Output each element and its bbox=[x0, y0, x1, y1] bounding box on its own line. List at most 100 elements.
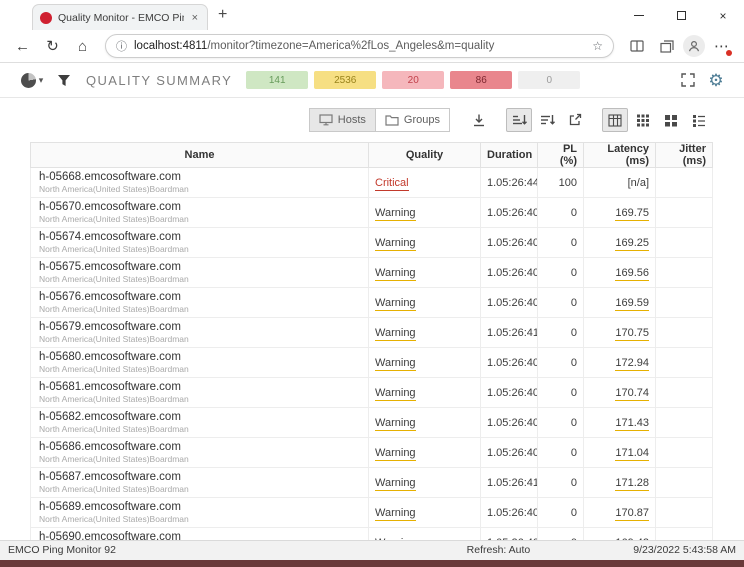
latency-link[interactable]: 172.94 bbox=[615, 357, 649, 371]
name-cell: h-05680.emcosoftware.com North America(U… bbox=[31, 348, 369, 378]
filter-icon bbox=[57, 74, 71, 87]
latency-link[interactable]: 169.25 bbox=[615, 237, 649, 251]
host-table-body: h-05668.emcosoftware.com North America(U… bbox=[31, 168, 713, 558]
table-row[interactable]: h-05679.emcosoftware.com North America(U… bbox=[31, 318, 713, 348]
host-name: h-05680.emcosoftware.com bbox=[39, 351, 362, 363]
view-grid-button[interactable] bbox=[630, 108, 656, 132]
latency-link[interactable]: [n/a] bbox=[628, 177, 649, 190]
open-external-button[interactable] bbox=[562, 108, 588, 132]
download-button[interactable] bbox=[466, 108, 492, 132]
quality-link[interactable]: Warning bbox=[375, 507, 416, 521]
fullscreen-button[interactable] bbox=[674, 66, 702, 94]
view-table-button[interactable] bbox=[602, 108, 628, 132]
close-button[interactable]: × bbox=[702, 1, 744, 30]
table-row[interactable]: h-05687.emcosoftware.com North America(U… bbox=[31, 468, 713, 498]
tab-close-icon[interactable]: × bbox=[190, 12, 200, 24]
quality-link[interactable]: Warning bbox=[375, 207, 416, 221]
fullscreen-icon bbox=[680, 72, 696, 88]
quality-link[interactable]: Warning bbox=[375, 297, 416, 311]
minimize-button[interactable] bbox=[618, 1, 660, 30]
jitter-value bbox=[656, 438, 713, 468]
host-name: h-05682.emcosoftware.com bbox=[39, 411, 362, 423]
browser-tab[interactable]: Quality Monitor - EMCO Ping M... × bbox=[32, 4, 208, 30]
col-quality[interactable]: Quality bbox=[369, 143, 481, 168]
quality-link[interactable]: Warning bbox=[375, 477, 416, 491]
col-pl[interactable]: PL (%) bbox=[538, 143, 584, 168]
hosts-tab[interactable]: Hosts bbox=[309, 108, 376, 132]
quality-link[interactable]: Warning bbox=[375, 447, 416, 461]
app-toolbar: ▾ QUALITY SUMMARY 141 2536 20 86 0 ⚙ bbox=[0, 63, 744, 98]
duration-value: 1.05:26:41 bbox=[481, 318, 538, 348]
home-button[interactable]: ⌂ bbox=[69, 33, 96, 59]
quality-link[interactable]: Critical bbox=[375, 177, 409, 191]
table-row[interactable]: h-05674.emcosoftware.com North America(U… bbox=[31, 228, 713, 258]
table-row[interactable]: h-05681.emcosoftware.com North America(U… bbox=[31, 378, 713, 408]
name-cell: h-05676.emcosoftware.com North America(U… bbox=[31, 288, 369, 318]
latency-link[interactable]: 169.75 bbox=[615, 207, 649, 221]
quality-link[interactable]: Warning bbox=[375, 237, 416, 251]
address-bar[interactable]: ⓘ localhost:4811/monitor?timezone=Americ… bbox=[105, 34, 614, 58]
latency-link[interactable]: 169.59 bbox=[615, 297, 649, 311]
collections-icon[interactable] bbox=[653, 33, 680, 59]
table-view-icon bbox=[608, 114, 622, 127]
packet-loss-value: 0 bbox=[538, 438, 584, 468]
quality-cell: Warning bbox=[369, 198, 481, 228]
view-details-button[interactable] bbox=[686, 108, 712, 132]
table-row[interactable]: h-05675.emcosoftware.com North America(U… bbox=[31, 258, 713, 288]
new-tab-button[interactable]: + bbox=[218, 7, 227, 23]
url-path: /monitor?timezone=America%2fLos_Angeles&… bbox=[207, 40, 494, 52]
table-row[interactable]: h-05668.emcosoftware.com North America(U… bbox=[31, 168, 713, 198]
quality-link[interactable]: Warning bbox=[375, 357, 416, 371]
quality-link[interactable]: Warning bbox=[375, 267, 416, 281]
table-row[interactable]: h-05670.emcosoftware.com North America(U… bbox=[31, 198, 713, 228]
chart-view-dropdown[interactable]: ▾ bbox=[14, 66, 50, 94]
url-text[interactable]: localhost:4811/monitor?timezone=America%… bbox=[134, 40, 585, 52]
hosts-table: Name Quality Duration PL (%) Latency (ms… bbox=[30, 142, 713, 558]
monitor-icon bbox=[319, 114, 333, 126]
table-row[interactable]: h-05689.emcosoftware.com North America(U… bbox=[31, 498, 713, 528]
favorite-star-icon[interactable]: ☆ bbox=[592, 39, 603, 53]
host-name: h-05689.emcosoftware.com bbox=[39, 501, 362, 513]
latency-link[interactable]: 171.04 bbox=[615, 447, 649, 461]
table-row[interactable]: h-05676.emcosoftware.com North America(U… bbox=[31, 288, 713, 318]
back-button[interactable]: ← bbox=[9, 33, 36, 59]
latency-link[interactable]: 170.75 bbox=[615, 327, 649, 341]
chevron-down-icon: ▾ bbox=[39, 75, 44, 86]
sort-descending-button[interactable] bbox=[534, 108, 560, 132]
table-row[interactable]: h-05680.emcosoftware.com North America(U… bbox=[31, 348, 713, 378]
table-row[interactable]: h-05686.emcosoftware.com North America(U… bbox=[31, 438, 713, 468]
quality-link[interactable]: Warning bbox=[375, 327, 416, 341]
settings-button[interactable]: ⚙ bbox=[702, 66, 730, 94]
browser-menu-icon[interactable]: ⋯ bbox=[708, 33, 735, 59]
maximize-button[interactable] bbox=[660, 1, 702, 30]
duration-value: 1.05:26:40 bbox=[481, 228, 538, 258]
latency-link[interactable]: 170.74 bbox=[615, 387, 649, 401]
col-duration[interactable]: Duration bbox=[481, 143, 538, 168]
jitter-value bbox=[656, 468, 713, 498]
site-info-icon[interactable]: ⓘ bbox=[116, 38, 127, 54]
latency-link[interactable]: 170.87 bbox=[615, 507, 649, 521]
filter-button[interactable] bbox=[50, 66, 78, 94]
duration-value: 1.05:26:40 bbox=[481, 348, 538, 378]
split-screen-icon[interactable] bbox=[623, 33, 650, 59]
refresh-button[interactable]: ↻ bbox=[39, 33, 66, 59]
view-tiles-button[interactable] bbox=[658, 108, 684, 132]
jitter-value bbox=[656, 288, 713, 318]
sort-ascending-button[interactable] bbox=[506, 108, 532, 132]
latency-link[interactable]: 169.56 bbox=[615, 267, 649, 281]
host-location: North America(United States)Boardman bbox=[39, 304, 362, 314]
latency-link[interactable]: 171.28 bbox=[615, 477, 649, 491]
groups-tab[interactable]: Groups bbox=[376, 108, 450, 132]
quality-link[interactable]: Warning bbox=[375, 417, 416, 431]
col-name[interactable]: Name bbox=[31, 143, 369, 168]
col-jitter[interactable]: Jitter (ms) bbox=[656, 143, 713, 168]
duration-value: 1.05:26:40 bbox=[481, 408, 538, 438]
col-latency[interactable]: Latency (ms) bbox=[584, 143, 656, 168]
details-view-icon bbox=[692, 114, 706, 127]
table-row[interactable]: h-05682.emcosoftware.com North America(U… bbox=[31, 408, 713, 438]
quality-link[interactable]: Warning bbox=[375, 387, 416, 401]
latency-link[interactable]: 171.43 bbox=[615, 417, 649, 431]
jitter-value bbox=[656, 258, 713, 288]
profile-avatar[interactable] bbox=[683, 35, 705, 57]
duration-value: 1.05:26:41 bbox=[481, 468, 538, 498]
